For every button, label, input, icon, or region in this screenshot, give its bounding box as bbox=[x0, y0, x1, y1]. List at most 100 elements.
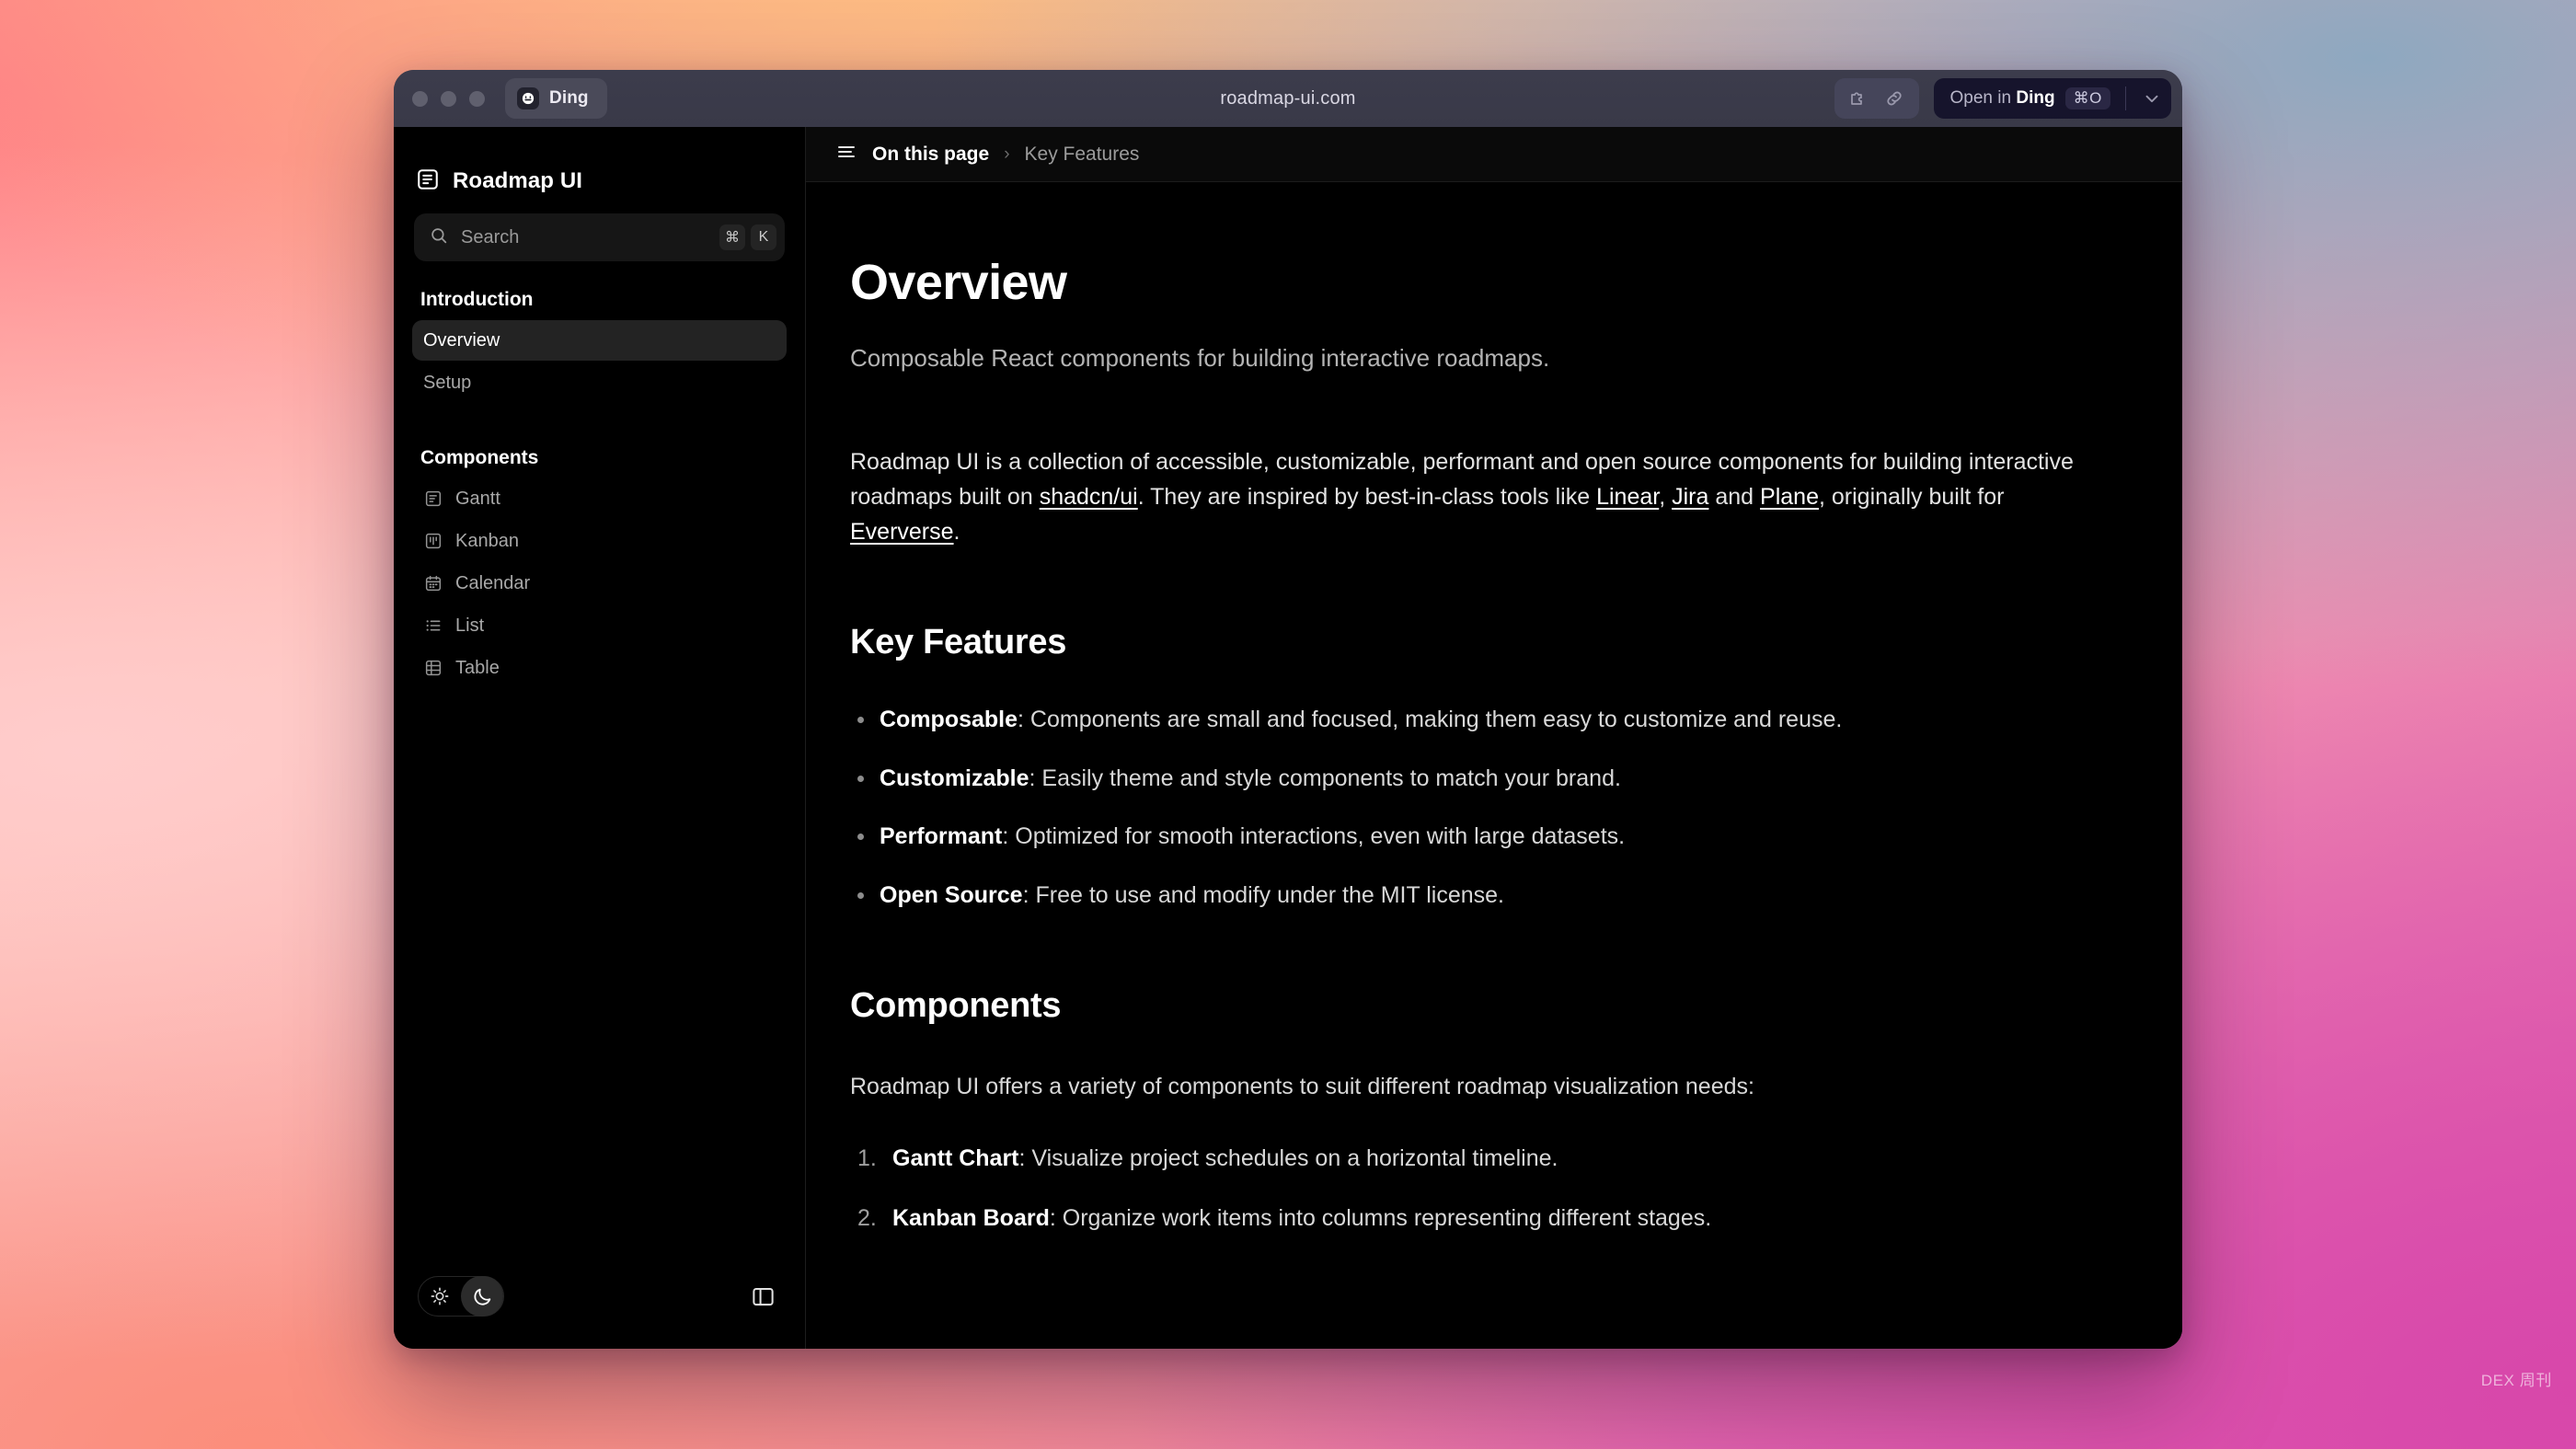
sidebar-item-label: List bbox=[455, 615, 485, 636]
sidebar-item-kanban[interactable]: Kanban bbox=[412, 521, 787, 561]
intro-paragraph: Roadmap UI is a collection of accessible… bbox=[850, 444, 2099, 549]
search-icon bbox=[429, 225, 449, 250]
brand-name: Roadmap UI bbox=[453, 168, 583, 193]
browser-window: Ding roadmap-ui.com Open in Ding ⌘O Road… bbox=[394, 70, 2182, 1349]
calendar-icon bbox=[423, 573, 443, 593]
sidebar-item-calendar[interactable]: Calendar bbox=[412, 563, 787, 604]
link-eververse[interactable]: Eververse bbox=[850, 519, 954, 545]
link-icon[interactable] bbox=[1880, 85, 1908, 112]
doc-panel-icon bbox=[416, 167, 440, 196]
link-jira[interactable]: Jira bbox=[1672, 484, 1708, 510]
sidebar-item-overview[interactable]: Overview bbox=[412, 320, 787, 361]
browser-url-text: roadmap-ui.com bbox=[1220, 87, 1356, 109]
intro-text-4: and bbox=[1708, 484, 1761, 510]
sidebar-footer bbox=[412, 1260, 787, 1349]
window-traffic-lights[interactable] bbox=[412, 90, 485, 107]
section-heading-components: Components bbox=[850, 986, 1062, 1025]
smiley-icon bbox=[517, 87, 539, 109]
list-item: Gantt Chart: Visualize project schedules… bbox=[850, 1142, 2099, 1177]
docs-sidebar: Roadmap UI Search ⌘ K Introduction Overv… bbox=[394, 127, 806, 1349]
open-in-ding-label: Open in Ding bbox=[1949, 88, 2055, 108]
sidebar-item-label: Overview bbox=[423, 329, 500, 351]
key-features-list: Composable: Components are small and foc… bbox=[850, 703, 2099, 913]
list-item: Composable: Components are small and foc… bbox=[850, 703, 2099, 738]
sidebar-item-setup[interactable]: Setup bbox=[412, 362, 787, 403]
section-heading-key-features: Key Features bbox=[850, 623, 1067, 661]
feature-desc: : Components are small and focused, maki… bbox=[1018, 707, 1843, 732]
sun-icon[interactable] bbox=[419, 1276, 461, 1317]
nav-section-title-components: Components bbox=[420, 447, 539, 468]
feature-term: Composable bbox=[880, 707, 1018, 732]
page-title: Overview bbox=[850, 255, 1067, 310]
titlebar-actions: Open in Ding ⌘O bbox=[1834, 78, 2171, 119]
page-body: Roadmap UI Search ⌘ K Introduction Overv… bbox=[394, 127, 2182, 1349]
sidebar-item-table[interactable]: Table bbox=[412, 648, 787, 688]
sidebar-item-label: Gantt bbox=[455, 488, 500, 509]
list-item: Performant: Optimized for smooth interac… bbox=[850, 820, 2099, 855]
close-window-button[interactable] bbox=[412, 90, 428, 107]
feature-term: Open Source bbox=[880, 881, 1023, 908]
component-term: Kanban Board bbox=[892, 1205, 1050, 1231]
components-list: Gantt Chart: Visualize project schedules… bbox=[850, 1142, 2099, 1236]
search-placeholder: Search bbox=[461, 226, 520, 247]
nav-group-introduction: Introduction Overview Setup bbox=[412, 289, 787, 405]
search-key-cmd: ⌘ bbox=[719, 224, 745, 250]
components-intro-paragraph: Roadmap UI offers a variety of component… bbox=[850, 1074, 1754, 1099]
nav-group-components: Components Gantt Kanban Calendar List Ta… bbox=[412, 447, 787, 690]
minimize-window-button[interactable] bbox=[441, 90, 456, 107]
search-key-k: K bbox=[751, 224, 776, 250]
sidebar-item-gantt[interactable]: Gantt bbox=[412, 478, 787, 519]
watermark: DEX 周刊 bbox=[2480, 1372, 2552, 1389]
component-term: Gantt Chart bbox=[892, 1144, 1019, 1171]
sidebar-item-label: Setup bbox=[423, 372, 472, 393]
list-item: Open Source: Free to use and modify unde… bbox=[850, 879, 2099, 914]
intro-text-5: , originally built for bbox=[1818, 484, 2005, 510]
brand-header[interactable]: Roadmap UI bbox=[412, 127, 787, 206]
link-plane[interactable]: Plane bbox=[1760, 484, 1819, 510]
link-linear[interactable]: Linear bbox=[1596, 484, 1659, 510]
feature-term: Performant bbox=[880, 823, 1003, 849]
component-desc: : Organize work items into columns repre… bbox=[1049, 1205, 1712, 1231]
gantt-icon bbox=[423, 489, 443, 509]
sidebar-item-label: Table bbox=[455, 657, 500, 678]
nav-section-title-introduction: Introduction bbox=[420, 289, 534, 310]
breadcrumb-separator: › bbox=[1004, 144, 1010, 164]
open-in-ding-button[interactable]: Open in Ding ⌘O bbox=[1933, 78, 2171, 119]
list-item: Kanban Board: Organize work items into c… bbox=[850, 1202, 2099, 1236]
intro-text-2: . They are inspired by best-in-class too… bbox=[1137, 484, 1597, 510]
open-in-ding-shortcut: ⌘O bbox=[2064, 87, 2110, 109]
sidebar-item-label: Calendar bbox=[455, 572, 531, 593]
feature-desc: : Easily theme and style components to m… bbox=[1029, 765, 1621, 791]
chevron-down-icon[interactable] bbox=[2136, 88, 2168, 109]
page-lead: Composable React components for building… bbox=[850, 344, 1550, 372]
feature-desc: : Optimized for smooth interactions, eve… bbox=[1002, 823, 1626, 849]
breadcrumb: On this page › Key Features bbox=[806, 127, 2182, 182]
intro-text-6: . bbox=[953, 519, 960, 545]
sidebar-panel-icon[interactable] bbox=[744, 1278, 781, 1315]
browser-tools-group bbox=[1834, 78, 1919, 119]
browser-titlebar: Ding roadmap-ui.com Open in Ding ⌘O bbox=[394, 70, 2182, 127]
maximize-window-button[interactable] bbox=[469, 90, 485, 107]
search-input[interactable]: Search ⌘ K bbox=[414, 213, 785, 261]
feature-desc: : Free to use and modify under the MIT l… bbox=[1022, 881, 1505, 908]
feature-term: Customizable bbox=[880, 765, 1029, 791]
browser-tab-label: Ding bbox=[549, 88, 589, 108]
component-desc: : Visualize project schedules on a horiz… bbox=[1018, 1144, 1558, 1171]
hamburger-menu-icon[interactable] bbox=[835, 141, 857, 167]
intro-text-3: , bbox=[1659, 484, 1673, 510]
kanban-icon bbox=[423, 531, 443, 551]
search-shortcut-keys: ⌘ K bbox=[719, 224, 776, 250]
puzzle-piece-icon[interactable] bbox=[1846, 85, 1873, 112]
breadcrumb-root[interactable]: On this page bbox=[872, 144, 989, 166]
article: Overview Composable React components for… bbox=[806, 182, 2182, 1349]
moon-icon[interactable] bbox=[461, 1276, 503, 1317]
open-button-divider bbox=[2125, 86, 2126, 110]
sidebar-item-list[interactable]: List bbox=[412, 605, 787, 646]
table-icon bbox=[423, 658, 443, 678]
theme-toggle[interactable] bbox=[418, 1276, 504, 1317]
article-inner: Overview Composable React components for… bbox=[806, 254, 2182, 1236]
link-shadcn-ui[interactable]: shadcn/ui bbox=[1040, 484, 1138, 510]
main-content: On this page › Key Features Overview Com… bbox=[806, 127, 2182, 1349]
browser-tab-ding[interactable]: Ding bbox=[505, 78, 607, 119]
